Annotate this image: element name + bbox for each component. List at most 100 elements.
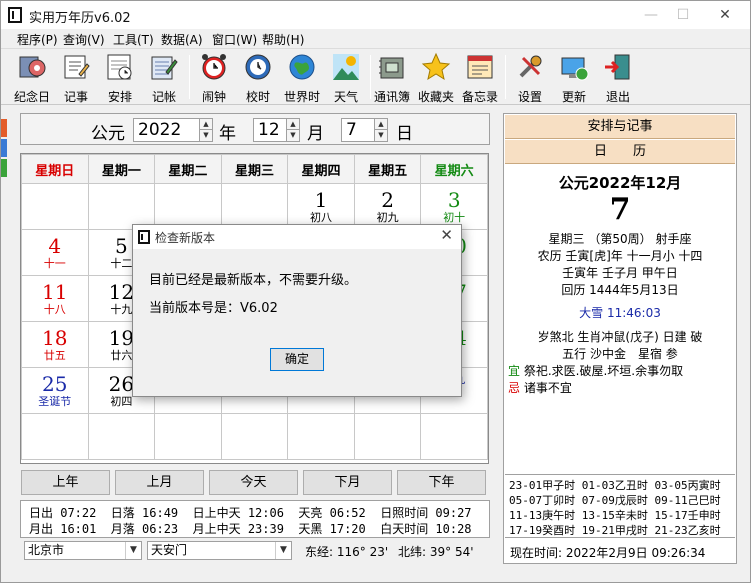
weekday-header: 星期三	[220, 154, 289, 184]
menu-bar: 程序(P) 查询(V) 工具(T) 数据(A) 窗口(W) 帮助(H)	[1, 29, 750, 49]
current-time: 现在时间: 2022年2月9日 09:26:34	[510, 546, 706, 560]
lunar-date: 初十	[443, 211, 466, 224]
toolbar-favorites-button[interactable]: 收藏夹	[413, 51, 459, 104]
calendar-day-cell[interactable]	[353, 413, 422, 460]
lunar-date: 初九	[376, 211, 399, 224]
maximize-button[interactable]: ☐	[671, 5, 695, 25]
toolbar-anniversary-button[interactable]: 纪念日	[9, 51, 55, 104]
chevron-down-icon[interactable]: ▼	[125, 542, 141, 559]
menu-data[interactable]: 数据(A)	[161, 31, 203, 48]
day-spinner[interactable]: ▲ ▼	[374, 118, 388, 142]
weekday-header: 星期日	[21, 154, 89, 184]
toolbar-label: 天气	[333, 90, 358, 104]
menu-tools[interactable]: 工具(T)	[113, 31, 154, 48]
schedule-notes-header[interactable]: 安排与记事	[505, 115, 735, 139]
toolbar-accounts-button[interactable]: 记帐	[141, 51, 187, 104]
ji-text: 诸事不宜	[523, 381, 572, 395]
dialog-close-icon[interactable]: ✕	[440, 226, 453, 244]
toolbar-sync-time-button[interactable]: 校时	[235, 51, 281, 104]
calendar-day-cell[interactable]: 25 圣诞节	[21, 367, 89, 414]
day-number: 18	[42, 326, 68, 350]
spin-down-icon[interactable]: ▼	[200, 130, 212, 141]
spin-up-icon[interactable]: ▲	[287, 119, 299, 130]
calendar-day-cell[interactable]: 2 初九	[353, 183, 422, 230]
calendar-day-cell[interactable]	[21, 413, 89, 460]
calendar-day-cell[interactable]: 4 十一	[21, 229, 89, 276]
spin-down-icon[interactable]: ▼	[375, 130, 387, 141]
day-number: 2	[381, 188, 394, 212]
lunar-date: 圣诞节	[38, 395, 72, 408]
toolbar-exit-button[interactable]: 退出	[595, 51, 641, 104]
toolbar-memo-button[interactable]: 备忘录	[457, 51, 503, 104]
toolbar-settings-button[interactable]: 设置	[507, 51, 553, 104]
year-spinner[interactable]: ▲ ▼	[199, 118, 213, 142]
calendar-day-cell[interactable]	[220, 183, 289, 230]
next-year-button[interactable]: 下年	[397, 470, 486, 495]
prev-year-button[interactable]: 上年	[21, 470, 110, 495]
spin-down-icon[interactable]: ▼	[287, 130, 299, 141]
calendar-day-cell[interactable]	[420, 413, 488, 460]
era-label: 公元	[91, 124, 125, 144]
weekday-header: 星期四	[287, 154, 355, 184]
detail-hijri-line: 回历 1444年5月13日	[561, 283, 679, 297]
calendar-day-cell[interactable]: 3 初十	[420, 183, 488, 230]
menu-window[interactable]: 窗口(W)	[212, 31, 257, 48]
dialog-message: 目前已经是最新版本，不需要升级。	[149, 273, 358, 288]
hour-row: 23-01甲子时 01-03乙丑时 03-05丙寅时	[509, 479, 721, 492]
moon-times-row: 月出 16:01 月落 06:23 月上中天 23:39 天黑 17:20 白天…	[29, 522, 472, 536]
spin-up-icon[interactable]: ▲	[200, 119, 212, 130]
toolbar-schedule-button[interactable]: 安排	[97, 51, 143, 104]
calendar-day-cell[interactable]: 11 十八	[21, 275, 89, 322]
calendar-day-cell[interactable]: 18 廿五	[21, 321, 89, 368]
day-number: 3	[447, 188, 461, 212]
day-input[interactable]: 7	[341, 118, 377, 142]
calendar-day-cell[interactable]	[87, 183, 156, 230]
toolbar-notes-button[interactable]: 记事	[53, 51, 99, 104]
calendar-day-cell[interactable]	[21, 183, 89, 230]
calendar-day-cell[interactable]: 1 初八	[287, 183, 355, 230]
menu-program[interactable]: 程序(P)	[17, 31, 58, 48]
calendar-app-icon	[8, 7, 22, 23]
next-month-button[interactable]: 下月	[303, 470, 392, 495]
calendar-day-cell[interactable]	[87, 413, 156, 460]
place-select[interactable]: 天安门 ▼	[147, 541, 292, 560]
menu-help[interactable]: 帮助(H)	[262, 31, 304, 48]
month-input[interactable]: 12	[253, 118, 289, 142]
dialog-title: 检查新版本	[155, 231, 216, 245]
today-button[interactable]: 今天	[209, 470, 298, 495]
prev-month-button[interactable]: 上月	[115, 470, 204, 495]
menu-query[interactable]: 查询(V)	[63, 31, 105, 48]
toolbar-label: 记帐	[151, 90, 176, 104]
alarm-clock-icon	[202, 54, 226, 80]
chevron-down-icon[interactable]: ▼	[275, 542, 291, 559]
calendar-tab[interactable]: 日 历	[505, 140, 735, 164]
toolbar-world-time-button[interactable]: 世界时	[279, 51, 325, 104]
left-edge-strip	[1, 159, 7, 177]
toolbar-alarm-button[interactable]: 闹钟	[191, 51, 237, 104]
calendar-day-cell[interactable]	[287, 413, 355, 460]
address-book-icon	[379, 57, 404, 79]
city-select[interactable]: 北京市 ▼	[24, 541, 142, 560]
world-time-icon	[245, 54, 271, 80]
month-spinner[interactable]: ▲ ▼	[286, 118, 300, 142]
year-input[interactable]: 2022	[133, 118, 201, 142]
ok-button[interactable]: 确定	[270, 348, 324, 371]
ledger-icon	[151, 56, 178, 80]
calendar-day-cell[interactable]	[154, 183, 222, 230]
star-icon	[421, 52, 451, 81]
detail-year-month: 公元2022年12月	[558, 174, 682, 192]
tools-icon	[519, 55, 542, 78]
close-button[interactable]: ✕	[713, 5, 737, 25]
calendar-day-cell[interactable]	[154, 413, 222, 460]
toolbar-weather-button[interactable]: 天气	[323, 51, 369, 104]
spin-up-icon[interactable]: ▲	[375, 119, 387, 130]
toolbar-label: 收藏夹	[417, 90, 454, 104]
calendar-day-cell[interactable]	[220, 413, 289, 460]
latitude-value: 北纬: 39° 54'	[398, 545, 474, 559]
toolbar-update-button[interactable]: 更新	[551, 51, 597, 104]
toolbar-contacts-button[interactable]: 通讯簿	[369, 51, 415, 104]
toolbar-label: 通讯簿	[373, 90, 410, 104]
minimize-button[interactable]: —	[639, 5, 663, 25]
main-window: 实用万年历v6.02 — ☐ ✕ 程序(P) 查询(V) 工具(T) 数据(A)…	[0, 0, 751, 583]
toolbar-label: 更新	[561, 90, 586, 104]
